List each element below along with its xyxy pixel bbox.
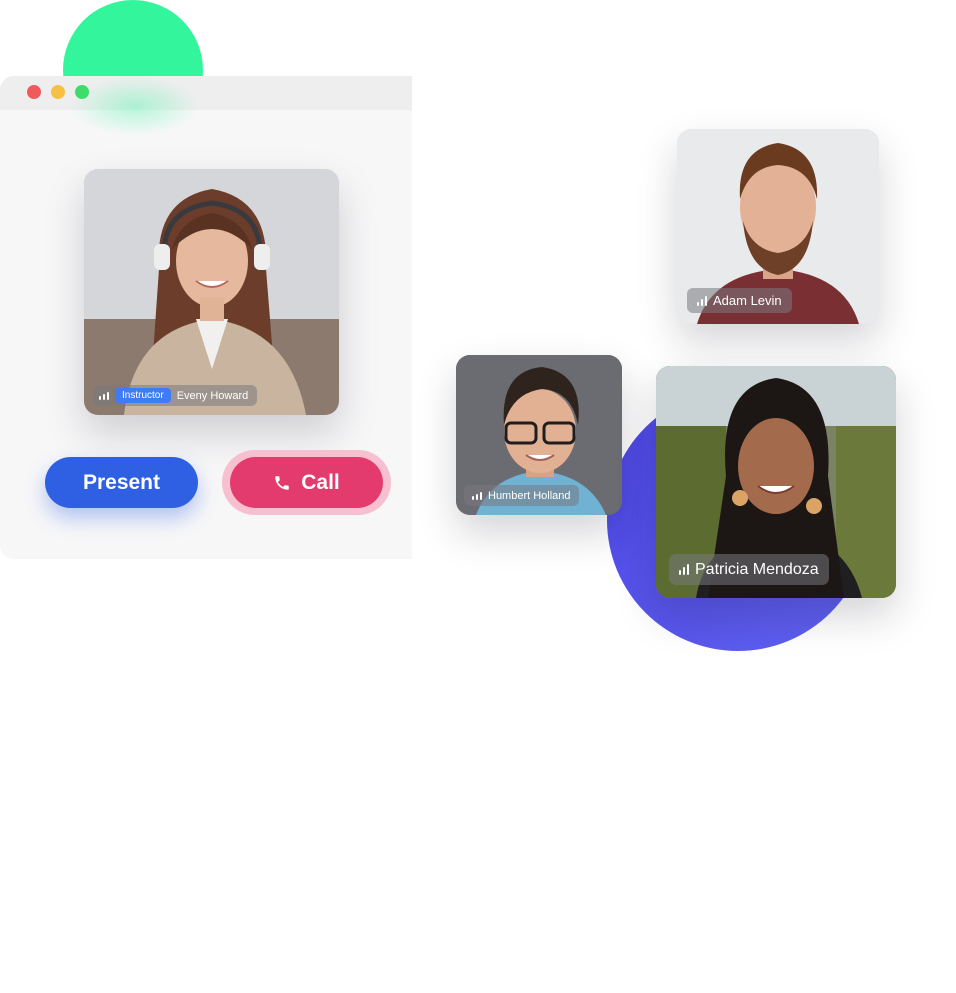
- window-close-button[interactable]: [27, 85, 41, 99]
- participant-tag-patricia-mendoza: Patricia Mendoza: [669, 554, 829, 585]
- signal-bars-icon: [472, 491, 482, 500]
- present-button[interactable]: Present: [45, 457, 198, 508]
- participant-name: Humbert Holland: [488, 489, 571, 502]
- signal-bars-icon: [99, 391, 109, 400]
- present-label: Present: [82, 470, 161, 494]
- participant-tag-humbert-holland: Humbert Holland: [464, 485, 579, 506]
- participant-name: Adam Levin: [713, 293, 782, 308]
- role-badge: Instructor: [115, 388, 171, 403]
- participant-tag-adam-levin: Adam Levin: [687, 288, 792, 313]
- video-tile-adam-levin[interactable]: Adam Levin: [677, 129, 879, 324]
- participant-name: Patricia Mendoza: [695, 560, 819, 578]
- video-tile-instructor[interactable]: Instructor Eveny Howard: [84, 169, 339, 415]
- decorative-glow: [70, 76, 200, 136]
- call-button[interactable]: Call: [230, 457, 383, 508]
- window-titlebar: [0, 76, 412, 110]
- signal-bars-icon: [679, 564, 689, 575]
- instructor-portrait: [84, 169, 339, 415]
- signal-bars-icon: [697, 295, 707, 306]
- video-tile-patricia-mendoza[interactable]: Patricia Mendoza: [656, 366, 896, 598]
- participant-tag-instructor: Instructor Eveny Howard: [93, 385, 258, 406]
- call-label: Call: [301, 470, 340, 494]
- window-minimize-button[interactable]: [51, 85, 65, 99]
- phone-icon: [275, 475, 289, 490]
- participant-name: Eveny Howard: [176, 389, 249, 402]
- video-tile-humbert-holland[interactable]: Humbert Holland: [456, 355, 622, 515]
